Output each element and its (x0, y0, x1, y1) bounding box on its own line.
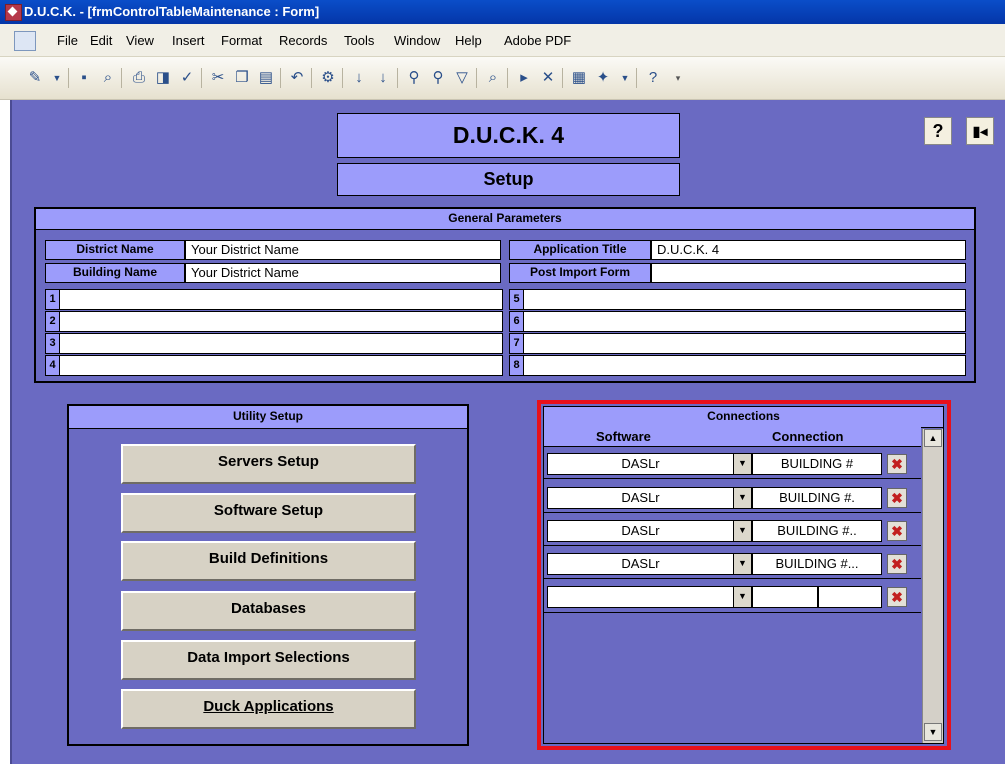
software-combo-3[interactable]: DASLr ▼ (547, 520, 752, 542)
print-icon[interactable]: ⎙ (129, 68, 149, 88)
param-row-7[interactable]: 7 (509, 333, 966, 354)
servers-setup-button[interactable]: Servers Setup (121, 444, 416, 484)
design-view-icon[interactable]: ✎ (25, 68, 45, 88)
access-app-icon (5, 4, 22, 21)
software-combo-2[interactable]: DASLr ▼ (547, 487, 752, 509)
design-view-dropdown-icon[interactable]: ▼ (47, 68, 67, 88)
sort-ascending-icon[interactable]: ↓ (349, 68, 369, 88)
new-object-icon[interactable]: ✦ (593, 68, 613, 88)
database-window-icon[interactable]: ▦ (569, 68, 589, 88)
menu-view[interactable]: View (126, 33, 154, 48)
help-question-icon: ? (932, 121, 944, 141)
window-title: D.U.C.K. - [frmControlTableMaintenance :… (24, 4, 320, 19)
param-row-3[interactable]: 3 (45, 333, 503, 354)
toolbar: ✎ ▼ ▪ ⌕ ⎙ ◨ ✓ ✂ ❐ ▤ ↶ ⚙ ↓ ↓ ⚲ ⚲ ▽ ⌕ ▸ ✕ … (0, 57, 1005, 100)
param-row-2[interactable]: 2 (45, 311, 503, 332)
hyperlink-icon[interactable]: ⚙ (318, 68, 338, 88)
delete-record-icon[interactable]: ✕ (538, 68, 558, 88)
menu-insert[interactable]: Insert (172, 33, 205, 48)
software-combo-new[interactable]: ▼ (547, 586, 752, 608)
sort-descending-icon[interactable]: ↓ (373, 68, 393, 88)
window-title-bar: D.U.C.K. - [frmControlTableMaintenance :… (0, 0, 1005, 24)
param-row-5[interactable]: 5 (509, 289, 966, 310)
delete-connection-icon[interactable]: ✖ (887, 554, 907, 574)
building-name-field[interactable]: Your District Name (185, 263, 501, 283)
form-menu-icon[interactable] (14, 31, 36, 51)
param-row-1[interactable]: 1 (45, 289, 503, 310)
menu-bar: File Edit View Insert Format Records Too… (0, 24, 1005, 57)
menu-window[interactable]: Window (394, 33, 440, 48)
spelling-icon[interactable]: ✓ (177, 68, 197, 88)
filter-by-selection-icon[interactable]: ⚲ (404, 68, 424, 88)
building-name-label: Building Name (45, 263, 185, 283)
post-import-form-label: Post Import Form (509, 263, 651, 283)
scroll-down-arrow-icon[interactable]: ▼ (924, 723, 942, 741)
software-combo-4[interactable]: DASLr ▼ (547, 553, 752, 575)
general-parameters-title: General Parameters (36, 209, 974, 230)
build-definitions-button[interactable]: Build Definitions (121, 541, 416, 581)
cut-icon[interactable]: ✂ (208, 68, 228, 88)
software-column-header: Software (596, 429, 651, 444)
apply-filter-icon[interactable]: ▽ (452, 68, 472, 88)
menu-tools[interactable]: Tools (344, 33, 374, 48)
utility-setup-title: Utility Setup (69, 406, 467, 429)
param-row-6[interactable]: 6 (509, 311, 966, 332)
paste-icon[interactable]: ▤ (256, 68, 276, 88)
param-row-8[interactable]: 8 (509, 355, 966, 376)
connections-column-headers: Software Connection (544, 427, 921, 447)
district-name-label: District Name (45, 240, 185, 260)
connection-field-new[interactable] (752, 586, 882, 608)
delete-connection-icon[interactable]: ✖ (887, 454, 907, 474)
dropdown-arrow-icon[interactable]: ▼ (733, 454, 751, 474)
application-title-label: Application Title (509, 240, 651, 260)
print-preview-icon[interactable]: ◨ (153, 68, 173, 88)
exit-door-icon: ▮◂ (972, 123, 988, 139)
help-button[interactable]: ? (924, 117, 952, 145)
delete-connection-icon[interactable]: ✖ (887, 488, 907, 508)
menu-format[interactable]: Format (221, 33, 262, 48)
duck-applications-button[interactable]: Duck Applications (121, 689, 416, 729)
scroll-up-arrow-icon[interactable]: ▲ (924, 429, 942, 447)
menu-file[interactable]: File (57, 33, 78, 48)
toolbar-options-icon[interactable]: ▾ (668, 68, 688, 88)
search-icon[interactable]: ⌕ (98, 68, 118, 88)
connections-title: Connections (544, 407, 943, 428)
setup-title-box: Setup (337, 163, 680, 196)
menu-edit[interactable]: Edit (90, 33, 112, 48)
connection-field-3[interactable]: BUILDING #.. (752, 520, 882, 542)
dropdown-arrow-icon[interactable]: ▼ (733, 554, 751, 574)
menu-adobe-pdf[interactable]: Adobe PDF (504, 33, 571, 48)
connection-field-1[interactable]: BUILDING # (752, 453, 882, 475)
application-title-field[interactable]: D.U.C.K. 4 (651, 240, 966, 260)
exit-button[interactable]: ▮◂ (966, 117, 994, 145)
new-object-dropdown-icon[interactable]: ▼ (615, 68, 635, 88)
databases-button[interactable]: Databases (121, 591, 416, 631)
dropdown-arrow-icon[interactable]: ▼ (733, 521, 751, 541)
menu-help[interactable]: Help (455, 33, 482, 48)
connection-field-2[interactable]: BUILDING #. (752, 487, 882, 509)
delete-connection-icon[interactable]: ✖ (887, 587, 907, 607)
help-icon[interactable]: ? (643, 68, 663, 88)
copy-icon[interactable]: ❐ (232, 68, 252, 88)
data-import-selections-button[interactable]: Data Import Selections (121, 640, 416, 680)
software-setup-button[interactable]: Software Setup (121, 493, 416, 533)
software-combo-1[interactable]: DASLr ▼ (547, 453, 752, 475)
connection-field-4[interactable]: BUILDING #... (752, 553, 882, 575)
dropdown-arrow-icon[interactable]: ▼ (733, 587, 751, 607)
app-title-box: D.U.C.K. 4 (337, 113, 680, 158)
menu-records[interactable]: Records (279, 33, 327, 48)
district-name-field[interactable]: Your District Name (185, 240, 501, 260)
delete-connection-icon[interactable]: ✖ (887, 521, 907, 541)
connection-column-header: Connection (772, 429, 844, 444)
param-row-4[interactable]: 4 (45, 355, 503, 376)
save-icon[interactable]: ▪ (74, 68, 94, 88)
filter-by-form-icon[interactable]: ⚲ (428, 68, 448, 88)
connections-scrollbar[interactable]: ▲ ▼ (922, 429, 943, 743)
post-import-form-field[interactable] (651, 263, 966, 283)
new-record-icon[interactable]: ▸ (514, 68, 534, 88)
undo-icon[interactable]: ↶ (287, 68, 307, 88)
dropdown-arrow-icon[interactable]: ▼ (733, 488, 751, 508)
find-icon[interactable]: ⌕ (483, 68, 503, 88)
